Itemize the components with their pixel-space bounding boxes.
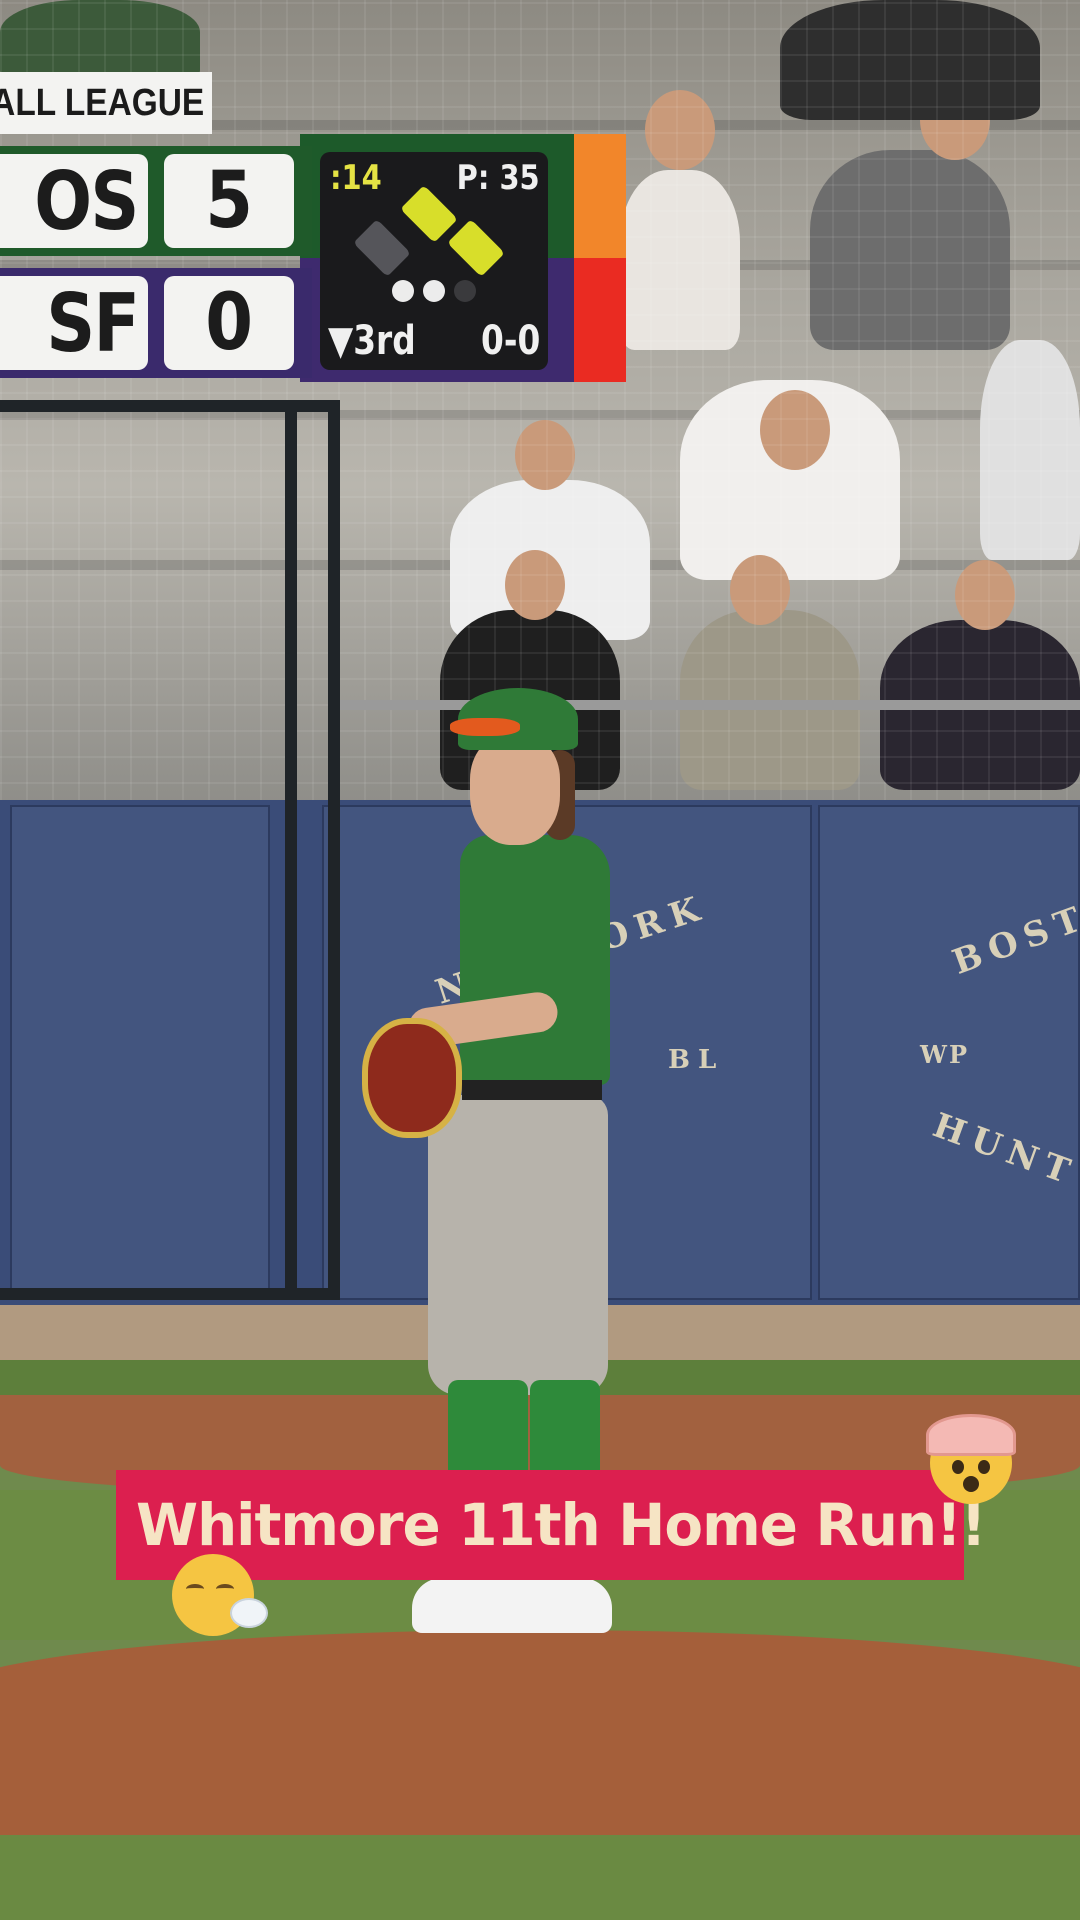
exploding-head-emoji-icon [926,1414,1016,1504]
player-cleats [412,1578,612,1633]
second-base-icon [400,185,458,243]
league-name: SEBALL LEAGUE [0,81,204,124]
away-team-row: OS 5 [0,146,312,256]
inning-indicator: ▼3rd [328,318,416,364]
home-team-name: SF [45,276,140,370]
away-score: 5 [205,156,253,246]
game-situation-panel: :14 P: 35 ▼3rd 0-0 [320,152,548,370]
home-score: 0 [205,278,253,368]
team-accent-bar [574,134,626,258]
third-base-icon [353,219,411,277]
out-indicator-icon [423,280,445,302]
league-name-tag: SEBALL LEAGUE [0,72,212,134]
caption-text: Whitmore 11th Home Run!! [136,1491,986,1559]
ball-strike-count: 0-0 [480,318,540,364]
player-face [470,735,560,845]
team-accent-bar [574,258,626,382]
player-sock [448,1380,528,1480]
away-team-name: OS [34,154,140,248]
home-score-box: 0 [164,276,294,370]
baseball-glove [362,1018,462,1138]
home-team-box: SF [0,276,148,370]
railing [340,700,1080,710]
video-caption: Whitmore 11th Home Run!! [116,1470,986,1580]
wall-logo-text: WP [920,1040,969,1069]
gate-bar [285,410,297,1290]
player-jersey [460,835,610,1085]
scoreboard: OS 5 SF 0 :14 P: 35 ▼3rd 0-0 [0,134,578,382]
pitch-count: P: 35 [456,158,540,198]
player-sock [530,1380,600,1480]
pitch-clock: :14 [330,158,382,198]
cap-brim [450,718,520,736]
out-indicator-icon [454,280,476,302]
wall-logo-text: BL [668,1045,725,1075]
away-score-box: 5 [164,154,294,248]
pitchers-mound [0,1630,1080,1850]
player-pants [428,1095,608,1395]
home-team-row: SF 0 [0,268,312,378]
player-belt [462,1080,602,1100]
first-base-icon [447,219,505,277]
out-indicator-icon [392,280,414,302]
away-team-box: OS [0,154,148,248]
face-exhaling-emoji-icon [172,1554,268,1636]
grass [0,1835,1080,1920]
